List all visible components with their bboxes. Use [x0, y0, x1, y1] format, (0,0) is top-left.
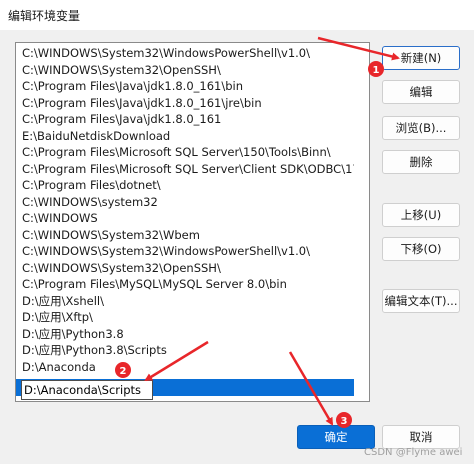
move-down-button[interactable]: 下移(O)	[382, 237, 460, 261]
ok-button[interactable]: 确定	[297, 425, 375, 449]
list-item[interactable]: C:\Program Files\dotnet\	[16, 177, 354, 194]
title-bar: 编辑环境变量	[0, 0, 474, 30]
list-item[interactable]: C:\Program Files\Java\jdk1.8.0_161	[16, 111, 354, 128]
list-item[interactable]: C:\WINDOWS\System32\OpenSSH\	[16, 260, 354, 277]
path-edit-input[interactable]	[22, 381, 152, 399]
cancel-button[interactable]: 取消	[382, 425, 460, 449]
list-item[interactable]: C:\Program Files\Java\jdk1.8.0_161\bin	[16, 78, 354, 95]
list-item[interactable]: C:\Program Files\MySQL\MySQL Server 8.0\…	[16, 276, 354, 293]
path-listbox[interactable]: C:\WINDOWS\System32\WindowsPowerShell\v1…	[15, 42, 370, 402]
list-item[interactable]: C:\WINDOWS\system32	[16, 194, 354, 211]
browse-button[interactable]: 浏览(B)...	[382, 116, 460, 140]
edit-button[interactable]: 编辑	[382, 80, 460, 104]
delete-button[interactable]: 删除	[382, 150, 460, 174]
list-item[interactable]: D:\应用\Xftp\	[16, 309, 354, 326]
path-edit-box[interactable]	[21, 380, 153, 400]
list-item[interactable]: C:\WINDOWS\System32\OpenSSH\	[16, 62, 354, 79]
list-item[interactable]: C:\WINDOWS\System32\WindowsPowerShell\v1…	[16, 45, 354, 62]
list-item[interactable]: D:\应用\Python3.8	[16, 326, 354, 343]
edit-text-button[interactable]: 编辑文本(T)...	[382, 289, 460, 313]
move-up-button[interactable]: 上移(U)	[382, 203, 460, 227]
list-item[interactable]: D:\应用\Python3.8\Scripts	[16, 342, 354, 359]
new-button[interactable]: 新建(N)	[382, 46, 460, 70]
list-item[interactable]: C:\Program Files\Microsoft SQL Server\Cl…	[16, 161, 354, 178]
list-item[interactable]: C:\Program Files\Microsoft SQL Server\15…	[16, 144, 354, 161]
list-item[interactable]: C:\WINDOWS\System32\Wbem	[16, 227, 354, 244]
list-item[interactable]: D:\应用\Xshell\	[16, 293, 354, 310]
watermark: CSDN @Flyme awei	[364, 447, 463, 458]
list-item[interactable]: C:\WINDOWS	[16, 210, 354, 227]
list-item[interactable]: E:\BaiduNetdiskDownload	[16, 128, 354, 145]
list-item[interactable]: D:\Anaconda	[16, 359, 354, 376]
list-item[interactable]: C:\Program Files\Java\jdk1.8.0_161\jre\b…	[16, 95, 354, 112]
window-title: 编辑环境变量	[8, 9, 81, 23]
list-item[interactable]: C:\WINDOWS\System32\WindowsPowerShell\v1…	[16, 243, 354, 260]
